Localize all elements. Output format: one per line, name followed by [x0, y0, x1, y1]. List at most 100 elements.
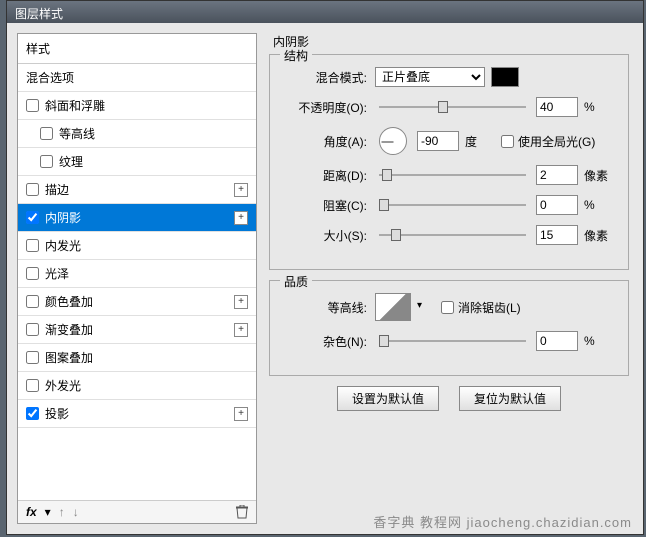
style-item-label: 纹理: [59, 153, 248, 170]
panel-title: 内阴影: [269, 33, 629, 50]
style-item-10[interactable]: 外发光: [18, 372, 256, 400]
noise-input[interactable]: [536, 331, 578, 351]
style-item-label: 投影: [45, 405, 234, 422]
blend-mode-row: 混合模式: 正片叠底: [284, 67, 614, 87]
fx-button[interactable]: fx: [26, 505, 37, 519]
layer-style-window: 图层样式 样式 混合选项 斜面和浮雕等高线纹理描边+内阴影+内发光光泽颜色叠加+…: [6, 0, 644, 535]
style-item-4[interactable]: 内阴影+: [18, 204, 256, 232]
global-light-checkbox[interactable]: 使用全局光(G): [501, 133, 595, 150]
style-item-label: 光泽: [45, 265, 248, 282]
style-item-label: 描边: [45, 181, 234, 198]
contour-row: 等高线: 消除锯齿(L): [284, 293, 614, 321]
style-item-9[interactable]: 图案叠加: [18, 344, 256, 372]
plus-icon[interactable]: +: [234, 211, 248, 225]
opacity-label: 不透明度(O):: [284, 99, 369, 116]
distance-input[interactable]: [536, 165, 578, 185]
plus-icon[interactable]: +: [234, 295, 248, 309]
style-checkbox[interactable]: [26, 407, 39, 420]
style-item-1[interactable]: 等高线: [18, 120, 256, 148]
style-checkbox[interactable]: [40, 155, 53, 168]
trash-icon[interactable]: [236, 505, 248, 519]
styles-panel: 样式 混合选项 斜面和浮雕等高线纹理描边+内阴影+内发光光泽颜色叠加+渐变叠加+…: [17, 33, 257, 524]
styles-header[interactable]: 样式: [18, 34, 256, 64]
style-item-label: 内发光: [45, 237, 248, 254]
style-checkbox[interactable]: [26, 295, 39, 308]
make-default-button[interactable]: 设置为默认值: [337, 386, 439, 411]
color-swatch[interactable]: [491, 67, 519, 87]
structure-group: 结构 混合模式: 正片叠底 不透明度(O): % 角度(A): 度: [269, 54, 629, 270]
noise-slider[interactable]: [379, 333, 526, 349]
window-title: 图层样式: [15, 7, 63, 21]
style-checkbox[interactable]: [26, 239, 39, 252]
noise-unit: %: [584, 334, 614, 348]
antialias-label: 消除锯齿(L): [458, 299, 521, 316]
global-light-label: 使用全局光(G): [518, 133, 595, 150]
style-item-label: 等高线: [59, 125, 248, 142]
noise-label: 杂色(N):: [284, 333, 369, 350]
size-input[interactable]: [536, 225, 578, 245]
angle-input[interactable]: [417, 131, 459, 151]
style-checkbox[interactable]: [26, 183, 39, 196]
opacity-row: 不透明度(O): %: [284, 97, 614, 117]
angle-row: 角度(A): 度 使用全局光(G): [284, 127, 614, 155]
plus-icon[interactable]: +: [234, 183, 248, 197]
angle-dial[interactable]: [379, 127, 407, 155]
style-item-8[interactable]: 渐变叠加+: [18, 316, 256, 344]
distance-unit: 像素: [584, 167, 614, 184]
style-item-2[interactable]: 纹理: [18, 148, 256, 176]
style-item-label: 渐变叠加: [45, 321, 234, 338]
style-item-5[interactable]: 内发光: [18, 232, 256, 260]
distance-slider[interactable]: [379, 167, 526, 183]
style-item-label: 内阴影: [45, 209, 234, 226]
style-footer: fx ▾ ↑ ↓: [18, 500, 256, 523]
quality-label: 品质: [280, 273, 312, 290]
size-slider[interactable]: [379, 227, 526, 243]
blend-mode-label: 混合模式:: [284, 69, 369, 86]
distance-row: 距离(D): 像素: [284, 165, 614, 185]
blend-options-label: 混合选项: [26, 69, 248, 86]
antialias-checkbox[interactable]: 消除锯齿(L): [441, 299, 521, 316]
opacity-unit: %: [584, 100, 614, 114]
style-item-label: 图案叠加: [45, 349, 248, 366]
style-checkbox[interactable]: [26, 211, 39, 224]
plus-icon[interactable]: +: [234, 407, 248, 421]
style-item-label: 外发光: [45, 377, 248, 394]
style-item-0[interactable]: 斜面和浮雕: [18, 92, 256, 120]
settings-panel: 内阴影 结构 混合模式: 正片叠底 不透明度(O): % 角度(A):: [265, 33, 633, 524]
angle-unit: 度: [465, 133, 495, 150]
plus-icon[interactable]: +: [234, 323, 248, 337]
style-list: 斜面和浮雕等高线纹理描边+内阴影+内发光光泽颜色叠加+渐变叠加+图案叠加外发光投…: [18, 92, 256, 500]
style-checkbox[interactable]: [26, 351, 39, 364]
arrow-down-icon[interactable]: ↓: [73, 505, 79, 519]
antialias-check[interactable]: [441, 301, 454, 314]
opacity-slider[interactable]: [379, 99, 526, 115]
choke-input[interactable]: [536, 195, 578, 215]
chevron-down-icon[interactable]: ▾: [45, 505, 51, 519]
size-label: 大小(S):: [284, 227, 369, 244]
choke-slider[interactable]: [379, 197, 526, 213]
blend-mode-select[interactable]: 正片叠底: [375, 67, 485, 87]
opacity-input[interactable]: [536, 97, 578, 117]
contour-label: 等高线:: [284, 299, 369, 316]
size-unit: 像素: [584, 227, 614, 244]
style-item-3[interactable]: 描边+: [18, 176, 256, 204]
arrow-up-icon[interactable]: ↑: [59, 505, 65, 519]
blend-options-item[interactable]: 混合选项: [18, 64, 256, 92]
style-item-label: 斜面和浮雕: [45, 97, 248, 114]
style-checkbox[interactable]: [40, 127, 53, 140]
size-row: 大小(S): 像素: [284, 225, 614, 245]
style-checkbox[interactable]: [26, 379, 39, 392]
style-item-6[interactable]: 光泽: [18, 260, 256, 288]
angle-label: 角度(A):: [284, 133, 369, 150]
style-checkbox[interactable]: [26, 323, 39, 336]
reset-default-button[interactable]: 复位为默认值: [459, 386, 561, 411]
contour-picker[interactable]: [375, 293, 411, 321]
style-item-label: 颜色叠加: [45, 293, 234, 310]
structure-label: 结构: [280, 47, 312, 64]
global-light-check[interactable]: [501, 135, 514, 148]
titlebar[interactable]: 图层样式: [7, 1, 643, 23]
style-checkbox[interactable]: [26, 267, 39, 280]
style-checkbox[interactable]: [26, 99, 39, 112]
style-item-7[interactable]: 颜色叠加+: [18, 288, 256, 316]
style-item-11[interactable]: 投影+: [18, 400, 256, 428]
